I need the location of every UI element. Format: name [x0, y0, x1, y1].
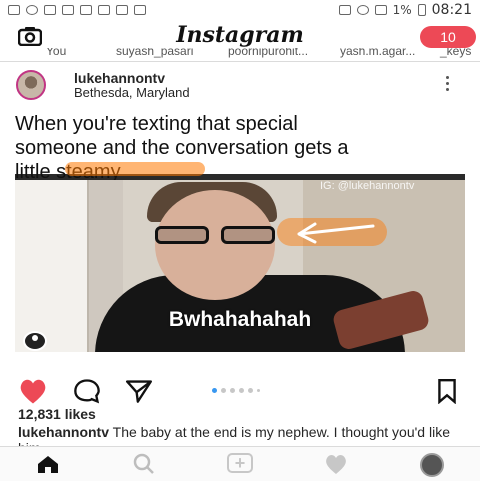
- status-notifications: [0, 5, 154, 15]
- missed-call-icon: [44, 5, 56, 15]
- battery-level: 1%: [392, 3, 412, 17]
- alert-icon: [8, 5, 20, 15]
- clock: 08:21: [431, 2, 472, 18]
- app-logo: Instagram: [176, 22, 304, 48]
- story-label[interactable]: suyash_pasari: [116, 48, 193, 58]
- image-caption-line: someone and the conversation gets a: [15, 137, 349, 159]
- send-icon[interactable]: [124, 376, 154, 406]
- glasses: [155, 226, 275, 246]
- image-caption: When you're texting that special someone…: [15, 112, 465, 183]
- alarm-icon: [356, 5, 369, 15]
- carousel-dots: [212, 388, 260, 393]
- add-icon[interactable]: +: [227, 453, 253, 473]
- image-scene: IG: @lukehannontv Bwhahahahah: [15, 180, 465, 352]
- bottom-tab-bar: +: [0, 446, 480, 481]
- post-actions: [0, 376, 480, 406]
- battery-icon: [417, 4, 426, 16]
- likes-count[interactable]: 12,831 likes: [18, 406, 96, 422]
- key-icon: [116, 5, 128, 15]
- arrow-annotation: [277, 218, 387, 246]
- status-bar: 1% 08:21: [0, 0, 480, 20]
- avatar[interactable]: [16, 70, 46, 100]
- signal-icon: [374, 5, 387, 15]
- post-image[interactable]: When you're texting that special someone…: [15, 112, 465, 352]
- image-caption-line: When you're texting that special: [15, 113, 298, 135]
- post-header: lukehannontv Bethesda, Maryland: [0, 66, 480, 104]
- activity-badge[interactable]: 10: [420, 26, 476, 48]
- post-location[interactable]: Bethesda, Maryland: [74, 85, 190, 100]
- post-username[interactable]: lukehannontv: [74, 70, 165, 86]
- divider: [0, 61, 480, 62]
- status-system: 1% 08:21: [331, 2, 480, 18]
- story-label[interactable]: yash.m.agar...: [340, 48, 415, 58]
- profile-icon[interactable]: [420, 453, 444, 477]
- meme-text: Bwhahahahah: [168, 308, 312, 331]
- comment-icon[interactable]: [72, 376, 102, 406]
- messenger-icon: [98, 5, 110, 15]
- twitter-icon: [62, 5, 74, 15]
- search-icon[interactable]: [132, 453, 156, 475]
- post-caption: lukehannontv The baby at the end is my n…: [18, 424, 458, 448]
- more-icon[interactable]: [446, 74, 452, 98]
- watermark-handle: IG: @lukehannontv: [320, 180, 415, 192]
- story-label[interactable]: _keys: [440, 48, 471, 58]
- story-label[interactable]: You: [46, 48, 66, 58]
- whatsapp-icon: [26, 5, 38, 15]
- heart-icon[interactable]: [324, 453, 348, 475]
- close-icon: [134, 5, 146, 15]
- tagged-people-icon[interactable]: [23, 331, 47, 351]
- stories-strip[interactable]: You suyash_pasari poornipurohit... yash.…: [0, 48, 480, 62]
- caption-username[interactable]: lukehannontv: [18, 424, 109, 440]
- mute-icon: [338, 5, 351, 15]
- heart-icon[interactable]: [18, 376, 48, 406]
- bookmark-icon[interactable]: [432, 376, 462, 406]
- home-icon[interactable]: [36, 453, 60, 475]
- highlight-mark: [65, 162, 205, 176]
- gallery-icon: [80, 5, 92, 15]
- story-label[interactable]: poornipurohit...: [228, 48, 308, 58]
